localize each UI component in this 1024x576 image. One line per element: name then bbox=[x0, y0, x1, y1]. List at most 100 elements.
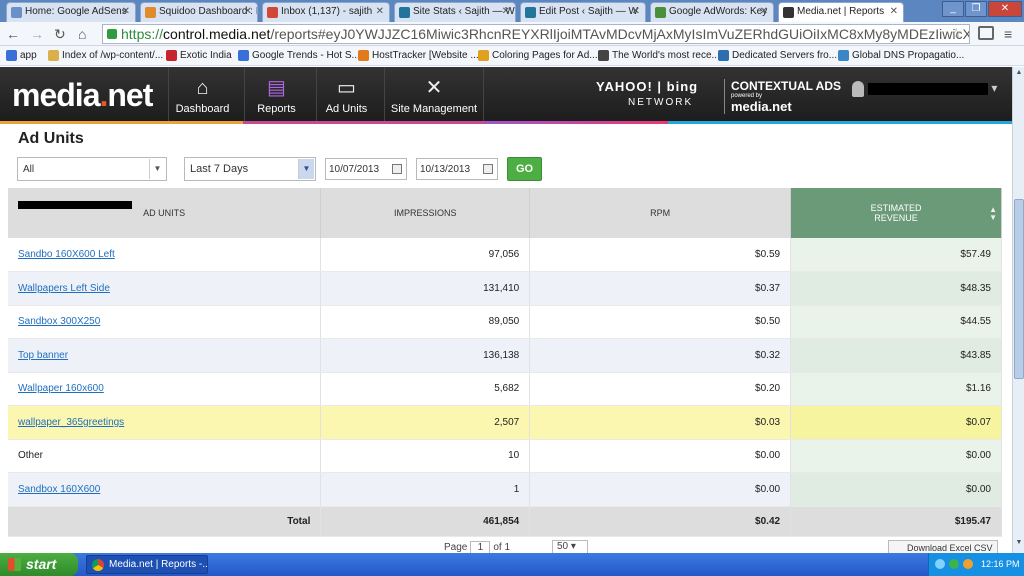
table-row: Top banner 136,138 $0.32 $43.85 bbox=[8, 201, 1002, 373]
chevron-down-icon: ▼ bbox=[149, 159, 165, 179]
calendar-icon[interactable] bbox=[392, 164, 402, 174]
restore-icon[interactable]: ❐ bbox=[965, 1, 987, 17]
tab-site-stats[interactable]: Site Stats ‹ Sajith — W ✕ bbox=[394, 2, 516, 22]
column-ad-units[interactable]: AD UNITS bbox=[8, 188, 322, 238]
window-close-icon[interactable]: ✕ bbox=[988, 1, 1022, 17]
go-button[interactable]: GO bbox=[507, 157, 542, 181]
column-rpm[interactable]: RPM bbox=[529, 188, 792, 238]
impressions-cell: 89,050 bbox=[320, 305, 531, 339]
ad-unit-cell: Sandbo 160X600 Left bbox=[8, 201, 322, 272]
total-rpm: $0.42 bbox=[529, 506, 792, 537]
scroll-up-icon[interactable]: ▲ bbox=[1014, 69, 1024, 79]
tray-network-icon[interactable] bbox=[949, 559, 959, 569]
url-path: /reports#eyJ0YWJJZC16Miwic3RhcnREYXRlIjo… bbox=[270, 26, 970, 42]
server-icon bbox=[718, 50, 729, 61]
ad-unit-link[interactable]: wallpaper_365greetings bbox=[18, 417, 124, 428]
tray-security-icon[interactable] bbox=[963, 559, 973, 569]
close-icon[interactable]: ✕ bbox=[760, 6, 768, 17]
date-range-select[interactable]: Last 7 Days ▼ bbox=[184, 157, 316, 181]
bookmark-coloring-pages[interactable]: Coloring Pages for Ad... bbox=[478, 50, 598, 61]
page-icon bbox=[48, 50, 59, 61]
squidoo-icon bbox=[145, 7, 156, 18]
scroll-thumb[interactable] bbox=[1014, 199, 1024, 379]
wordpress-icon bbox=[399, 7, 410, 18]
menu-icon[interactable]: ≡ bbox=[1004, 26, 1012, 42]
sort-icon: ▲ ▼ bbox=[989, 205, 997, 222]
forward-icon[interactable]: → bbox=[30, 26, 44, 42]
ad-unit-cell: Wallpapers Left Side bbox=[8, 201, 322, 306]
bookmark-exotic-india[interactable]: Exotic India bbox=[166, 50, 232, 61]
revenue-cell: $0.00 bbox=[790, 472, 1002, 507]
home-icon[interactable]: ⌂ bbox=[78, 26, 86, 42]
ad-unit-link[interactable]: Wallpapers Left Side bbox=[18, 283, 110, 294]
nav-ad-units[interactable]: ▭ Ad Units bbox=[316, 67, 376, 121]
reload-icon[interactable]: ↻ bbox=[54, 26, 66, 43]
bookmark-dedicated-servers[interactable]: Dedicated Servers fro... bbox=[718, 50, 837, 61]
rpm-cell: $0.37 bbox=[529, 271, 792, 306]
ad-unit-link[interactable]: Sandbo 160X600 Left bbox=[18, 249, 115, 260]
bookmark-worlds-most-recent[interactable]: The World's most rece... bbox=[598, 50, 720, 61]
user-menu[interactable]: ▾ bbox=[852, 81, 997, 97]
start-date-input[interactable]: 10/07/2013 bbox=[325, 158, 407, 180]
site-filter-select[interactable]: All ▼ bbox=[17, 157, 167, 181]
close-icon[interactable]: ✕ bbox=[244, 6, 252, 17]
tab-adwords[interactable]: Google AdWords: Key ✕ bbox=[650, 2, 774, 22]
taskbar-window-chrome[interactable]: Media.net | Reports -... bbox=[86, 555, 208, 574]
impressions-cell: 10 bbox=[320, 439, 531, 473]
table-header-row: AD UNITS IMPRESSIONS RPM ESTIMATED REVEN… bbox=[8, 188, 1002, 238]
bookmark-google-trends[interactable]: Google Trends - Hot S... bbox=[238, 50, 360, 61]
end-date-input[interactable]: 10/13/2013 bbox=[416, 158, 498, 180]
close-icon[interactable]: ✕ bbox=[890, 6, 898, 17]
revenue-cell: $48.35 bbox=[790, 271, 1002, 306]
chrome-icon bbox=[92, 559, 104, 571]
star-icon bbox=[478, 50, 489, 61]
nav-dashboard[interactable]: ⌂ Dashboard bbox=[168, 67, 236, 121]
address-bar[interactable]: https://control.media.net/reports#eyJ0YW… bbox=[102, 24, 970, 44]
start-button[interactable]: start bbox=[0, 553, 78, 576]
total-impressions: 461,854 bbox=[320, 506, 531, 537]
column-impressions[interactable]: IMPRESSIONS bbox=[320, 188, 531, 238]
bookmark-app[interactable]: app bbox=[6, 50, 37, 61]
tab-squidoo[interactable]: Squidoo Dashboard : I ✕ bbox=[140, 2, 258, 22]
calendar-icon[interactable] bbox=[483, 164, 493, 174]
close-icon[interactable]: ✕ bbox=[502, 6, 510, 17]
nav-reports[interactable]: ▤ Reports bbox=[244, 67, 308, 121]
ad-unit-cell: Wallpaper 160x600 bbox=[8, 201, 322, 406]
tab-gmail[interactable]: Inbox (1,137) - sajith ✕ bbox=[262, 2, 390, 22]
close-icon[interactable]: ✕ bbox=[632, 6, 640, 17]
table-row: Sandbox 300X250 89,050 $0.50 $44.55 bbox=[8, 201, 1002, 339]
ad-unit-link[interactable]: Sandbox 160X600 bbox=[18, 484, 100, 495]
bookmark-star-icon[interactable]: ☆ bbox=[950, 25, 963, 42]
close-icon[interactable]: ✕ bbox=[376, 6, 384, 17]
extension-icon[interactable] bbox=[978, 26, 994, 40]
google-icon bbox=[238, 50, 249, 61]
tab-edit-post[interactable]: Edit Post ‹ Sajith — W ✕ bbox=[520, 2, 646, 22]
ad-unit-link[interactable]: Wallpaper 160x600 bbox=[18, 383, 104, 394]
nav-site-management[interactable]: ✕ Site Management bbox=[384, 67, 484, 121]
table-row: Sandbox 160X600 1 $0.00 $0.00 bbox=[8, 201, 1002, 507]
tab-label: Home: Google AdSens bbox=[25, 6, 127, 17]
ad-unit-link[interactable]: Top banner bbox=[18, 350, 68, 361]
impressions-cell: 136,138 bbox=[320, 338, 531, 373]
tray-arrow-icon[interactable] bbox=[935, 559, 945, 569]
ad-unit-link[interactable]: Sandbox 300X250 bbox=[18, 316, 100, 327]
bookmark-global-dns[interactable]: Global DNS Propagatio... bbox=[838, 50, 964, 61]
scroll-down-icon[interactable]: ▼ bbox=[1014, 539, 1024, 549]
wordpress-icon bbox=[525, 7, 536, 18]
page-scrollbar[interactable]: ▲ ▼ bbox=[1012, 67, 1024, 553]
media-net-logo[interactable]: media.net bbox=[12, 77, 153, 114]
back-icon[interactable]: ← bbox=[6, 26, 20, 42]
tab-google-adsense[interactable]: Home: Google AdSens ✕ bbox=[6, 2, 136, 22]
close-icon[interactable]: ✕ bbox=[122, 6, 130, 17]
bookmark-wp-content[interactable]: Index of /wp-content/... bbox=[48, 50, 163, 61]
column-estimated-revenue[interactable]: ESTIMATED REVENUE ▲ ▼ bbox=[790, 188, 1002, 238]
tab-media-net-reports[interactable]: Media.net | Reports ✕ bbox=[778, 2, 904, 22]
adwords-icon bbox=[655, 7, 666, 18]
minimize-icon[interactable]: _ bbox=[942, 1, 964, 17]
bookmark-hosttracker[interactable]: HostTracker [Website ... bbox=[358, 50, 479, 61]
revenue-cell: $44.55 bbox=[790, 305, 1002, 339]
impressions-cell: 1 bbox=[320, 472, 531, 507]
window-controls: _ ❐ ✕ bbox=[942, 1, 1022, 17]
chevron-down-icon: ▼ bbox=[298, 159, 314, 179]
browser-tab-strip: Home: Google AdSens ✕ Squidoo Dashboard :… bbox=[0, 0, 1024, 22]
